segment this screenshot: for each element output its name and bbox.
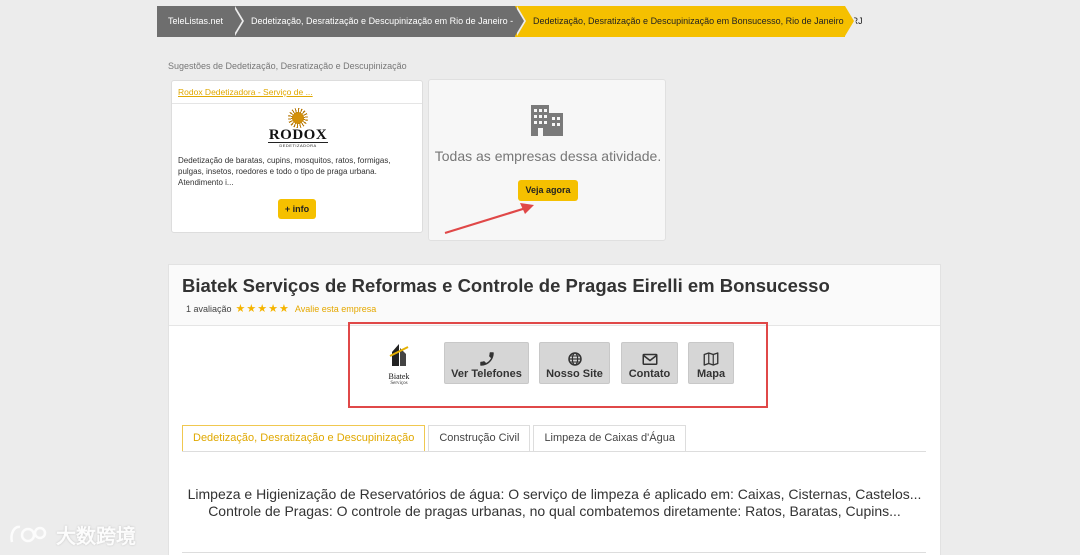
contact-label: Contato — [628, 368, 671, 380]
rate-company-link[interactable]: Avalie esta empresa — [295, 304, 376, 314]
all-companies-text: Todas as empresas dessa atividade. — [434, 148, 662, 164]
breadcrumb-current: Dedetização, Desratização e Descupinizaç… — [515, 6, 863, 37]
map-label: Mapa — [696, 368, 726, 380]
tab-pest-control[interactable]: Dedetização, Desratização e Descupinizaç… — [182, 425, 426, 452]
suggestions-title: Sugestões de Dedetização, Desratização e… — [168, 61, 407, 71]
tab-water-tank-cleaning[interactable]: Limpeza de Caixas d'Água — [533, 425, 686, 452]
star-rating: ★★★★★ — [235, 303, 290, 315]
breadcrumb-home[interactable]: TeleListas.net — [157, 6, 244, 37]
website-button[interactable]: Nosso Site — [539, 342, 610, 384]
suggestion-link[interactable]: Rodox Dedetizadora - Serviço de ... — [172, 81, 422, 104]
watermark: 大数跨境 — [8, 520, 136, 549]
description-line: Controle de Pragas: O controle de pragas… — [208, 503, 901, 519]
globe-icon — [567, 352, 582, 366]
tab-divider — [182, 451, 926, 452]
rodox-logo-text: RODOX — [268, 127, 328, 143]
rodox-logo: RODOX DEDETIZADORA — [268, 108, 328, 150]
see-now-button[interactable]: Veja agora — [518, 180, 578, 201]
breadcrumb-city[interactable]: Dedetização, Desratização e Descupinizaç… — [233, 6, 527, 37]
map-icon — [703, 352, 719, 366]
envelope-icon — [642, 353, 657, 365]
review-count: 1 avaliação — [186, 303, 232, 314]
watermark-text: 大数跨境 — [56, 526, 136, 548]
tab-construction[interactable]: Construção Civil — [428, 425, 531, 452]
phone-icon — [479, 352, 494, 366]
breadcrumb: TeleListas.net Dedetização, Desratização… — [157, 6, 863, 37]
view-phones-button[interactable]: Ver Telefones — [444, 342, 529, 384]
info-button[interactable]: + info — [278, 199, 316, 219]
company-logo-name: Biatek — [388, 372, 410, 381]
suggestion-card: Rodox Dedetizadora - Serviço de ... RODO… — [171, 80, 423, 233]
website-label: Nosso Site — [546, 368, 603, 380]
watermark-logo-icon — [10, 525, 47, 542]
view-phones-label: Ver Telefones — [451, 368, 522, 380]
company-logo: Biatek Serviços — [383, 342, 415, 386]
sun-icon — [288, 108, 308, 128]
company-header: Biatek Serviços de Reformas e Controle d… — [169, 265, 940, 326]
category-tabs: Dedetização, Desratização e Descupinizaç… — [182, 425, 689, 452]
company-logo-sub: Serviços — [390, 381, 408, 386]
map-button[interactable]: Mapa — [688, 342, 734, 384]
building-icon — [531, 105, 563, 136]
section-divider — [182, 552, 926, 553]
company-name: Biatek Serviços de Reformas e Controle d… — [182, 275, 830, 296]
biatek-logo-icon — [389, 344, 409, 366]
description-line: Limpeza e Higienização de Reservatórios … — [187, 486, 922, 502]
annotation-arrow-icon — [444, 203, 534, 235]
contact-button[interactable]: Contato — [621, 342, 678, 384]
company-description: Limpeza e Higienização de Reservatórios … — [168, 486, 941, 520]
rating-row: 1 avaliação ★★★★★ Avalie esta empresa — [186, 302, 376, 315]
suggestion-description: Dedetização de baratas, cupins, mosquito… — [178, 156, 391, 187]
